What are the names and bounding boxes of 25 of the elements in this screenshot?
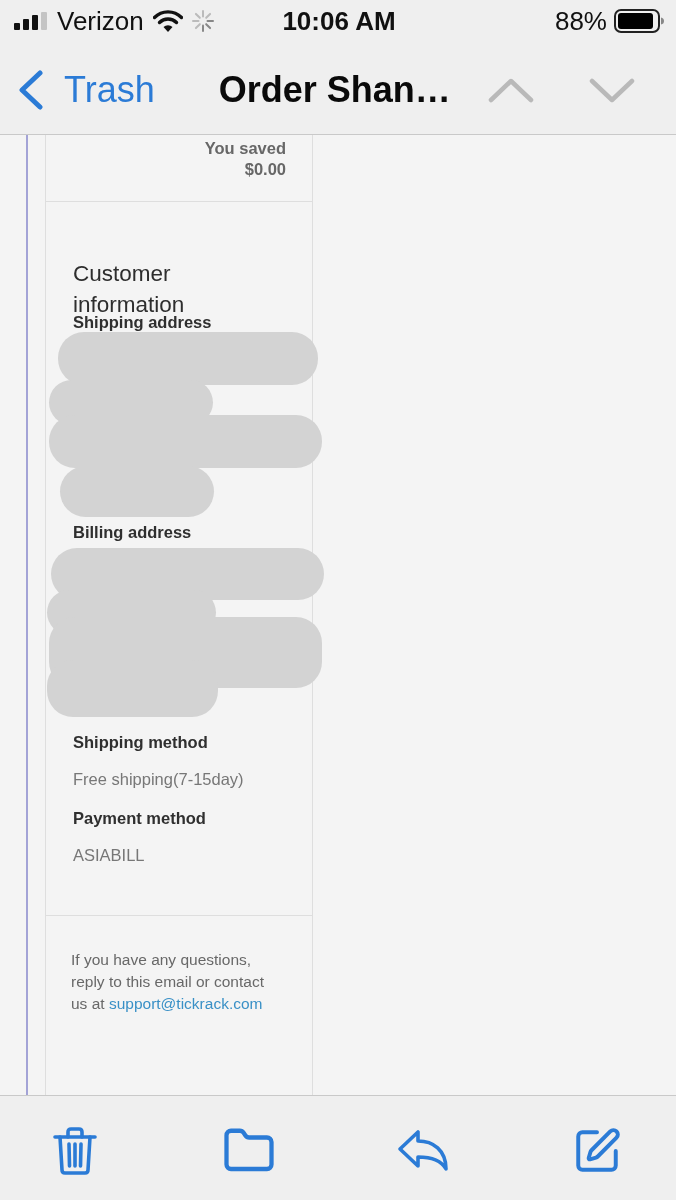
- back-button[interactable]: Trash: [18, 69, 155, 111]
- reply-icon: [397, 1129, 449, 1173]
- chevron-up-icon: [488, 77, 534, 103]
- activity-spinner-icon: [191, 10, 214, 32]
- status-time: 10:06 AM: [282, 6, 396, 36]
- chevron-left-icon: [18, 70, 44, 110]
- field-label: Payment method: [73, 808, 206, 828]
- field-value: ASIABILL: [73, 845, 145, 865]
- battery-percent: 88%: [554, 6, 607, 36]
- signal-icon: [14, 12, 48, 30]
- carrier-name: Verizon: [57, 6, 144, 36]
- field-value: Free shipping(7-15day): [73, 769, 244, 789]
- trash-icon: [53, 1127, 97, 1175]
- battery-icon: [614, 9, 664, 33]
- field-label: Shipping method: [73, 732, 208, 752]
- wifi-icon: [152, 10, 183, 32]
- field-label: Billing address: [73, 522, 192, 542]
- savings-amount: $0.00: [244, 159, 286, 180]
- trash-button[interactable]: [53, 1127, 97, 1175]
- message-title: Order Shan…: [218, 69, 451, 111]
- reply-button[interactable]: [397, 1129, 449, 1173]
- savings-label: You saved: [204, 138, 286, 159]
- email-link[interactable]: support@tickrack.com: [108, 995, 263, 1012]
- chevron-down-icon: [589, 77, 635, 103]
- contact-note: If you have any questions, reply to this email or contact us at support@tickrack.com: [71, 950, 265, 1014]
